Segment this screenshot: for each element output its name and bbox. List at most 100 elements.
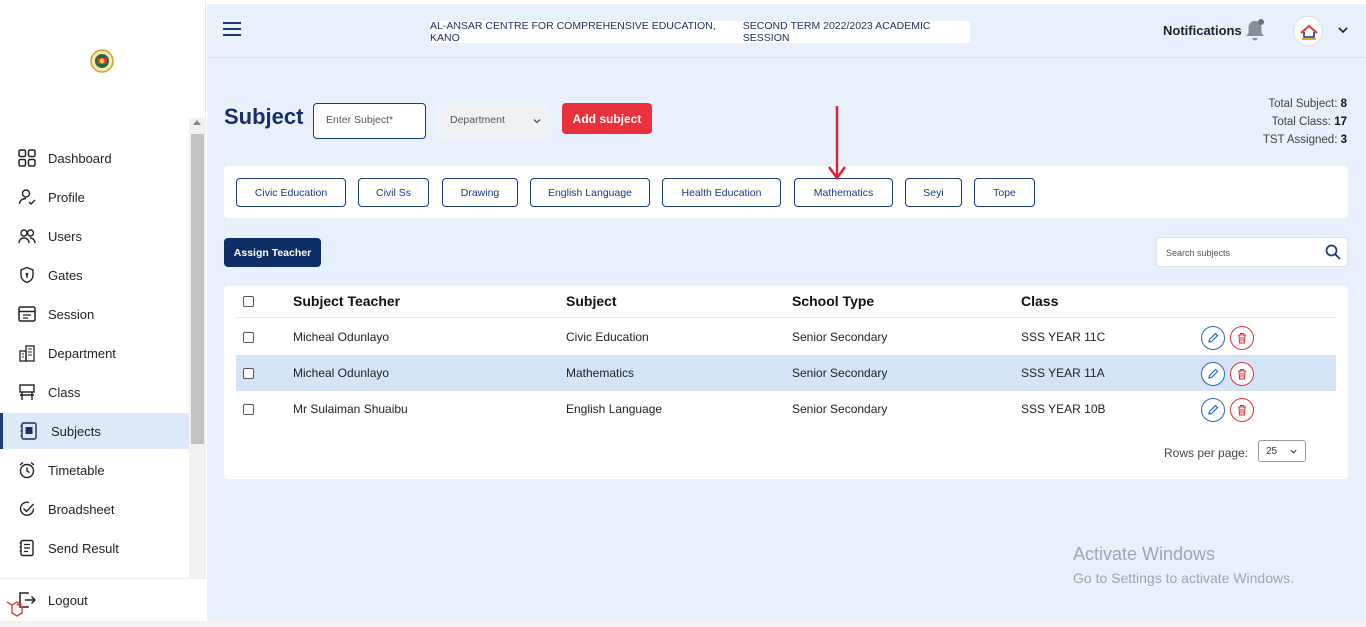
sidebar-item-profile[interactable]: Profile xyxy=(0,179,189,215)
main-content: AL-ANSAR CENTRE FOR COMPREHENSIVE EDUCAT… xyxy=(207,4,1366,621)
scroll-up-arrow-icon[interactable] xyxy=(193,120,201,125)
rows-per-page-label: Rows per page: xyxy=(1164,446,1249,460)
column-header: Subject xyxy=(566,293,617,309)
subject-cell: English Language xyxy=(566,402,663,416)
delete-button[interactable] xyxy=(1230,362,1254,386)
logout-label: Logout xyxy=(48,593,88,608)
sidebar-item-class[interactable]: Class xyxy=(0,374,189,410)
document-icon xyxy=(19,539,34,557)
sidebar-scroll-thumb[interactable] xyxy=(191,134,204,444)
menu-toggle-icon[interactable] xyxy=(223,22,241,36)
pencil-icon xyxy=(1208,332,1219,343)
user-avatar[interactable] xyxy=(1293,16,1323,46)
subject-chip[interactable]: English Language xyxy=(530,178,650,207)
page-title: Subject xyxy=(224,104,304,129)
sidebar-item-broadsheet[interactable]: Broadsheet xyxy=(0,491,189,527)
sidebar-item-timetable[interactable]: Timetable xyxy=(0,452,189,488)
sidebar-item-label: Session xyxy=(48,306,95,322)
rows-per-page-select[interactable]: 25 xyxy=(1258,440,1306,462)
activate-windows-title: Activate Windows xyxy=(1073,544,1216,564)
search-placeholder: Search subjects xyxy=(1166,248,1231,258)
subject-chip[interactable]: Civil Ss xyxy=(358,178,429,207)
sidebar-item-label: Profile xyxy=(48,189,85,205)
totals-summary: Total Subject: 8 Total Class: 17 TST Ass… xyxy=(1263,95,1347,149)
add-subject-button[interactable]: Add subject xyxy=(562,103,652,134)
sidebar-item-label: Timetable xyxy=(48,462,105,478)
sidebar-item-send-result[interactable]: Send Result xyxy=(0,530,189,566)
class-cell: SSS YEAR 11A xyxy=(1021,366,1105,380)
logout-button[interactable]: Logout xyxy=(0,578,206,621)
select-all-checkbox[interactable] xyxy=(243,296,254,307)
sidebar-item-dashboard[interactable]: Dashboard xyxy=(0,140,189,176)
table-row[interactable]: Micheal Odunlayo Civic Education Senior … xyxy=(236,319,1336,355)
topbar: AL-ANSAR CENTRE FOR COMPREHENSIVE EDUCAT… xyxy=(207,4,1366,58)
edit-button[interactable] xyxy=(1201,398,1225,422)
school-type-cell: Senior Secondary xyxy=(792,366,888,380)
subjects-icon xyxy=(20,422,37,440)
edit-button[interactable] xyxy=(1201,362,1225,386)
calendar-icon xyxy=(18,306,36,322)
sidebar-item-users[interactable]: Users xyxy=(0,218,189,254)
row-checkbox[interactable] xyxy=(243,368,254,379)
bottom-strip xyxy=(0,621,1366,627)
sidebar-item-label: Gates xyxy=(48,267,83,283)
subject-chip-bar: Civic Education Civil Ss Drawing English… xyxy=(224,166,1348,218)
school-logo xyxy=(88,48,116,74)
notifications-label[interactable]: Notifications xyxy=(1163,23,1242,38)
column-header: Subject Teacher xyxy=(293,293,401,309)
sidebar-item-label: Class xyxy=(48,384,81,400)
sidebar-nav: Dashboard Profile Users Gates Session De… xyxy=(0,118,206,578)
subject-input[interactable]: Enter Subject* xyxy=(313,103,426,139)
sidebar-item-subjects[interactable]: Subjects xyxy=(0,413,189,449)
sidebar: Dashboard Profile Users Gates Session De… xyxy=(0,0,206,621)
assign-teacher-button[interactable]: Assign Teacher xyxy=(224,238,321,267)
bell-icon[interactable] xyxy=(1244,18,1266,42)
building-icon xyxy=(19,345,35,362)
school-type-cell: Senior Secondary xyxy=(792,402,888,416)
sidebar-item-label: Department xyxy=(48,345,116,361)
dashboard-icon xyxy=(18,149,36,167)
subject-chip[interactable]: Mathematics xyxy=(794,178,893,207)
sidebar-item-label: Users xyxy=(48,228,82,244)
pencil-icon xyxy=(1208,368,1219,379)
search-icon[interactable] xyxy=(1325,244,1341,260)
table-row[interactable]: Micheal Odunlayo Mathematics Senior Seco… xyxy=(236,355,1336,391)
rows-per-page-value: 25 xyxy=(1266,446,1278,457)
row-checkbox[interactable] xyxy=(243,404,254,415)
sidebar-item-label: Broadsheet xyxy=(48,501,115,517)
edit-button[interactable] xyxy=(1201,326,1225,350)
laravel-icon xyxy=(6,601,23,617)
table-row[interactable]: Mr Sulaiman Shuaibu English Language Sen… xyxy=(236,391,1336,427)
teacher-cell: Mr Sulaiman Shuaibu xyxy=(293,402,408,416)
subject-cell: Civic Education xyxy=(566,330,649,344)
shield-icon xyxy=(20,266,34,284)
school-session-banner: AL-ANSAR CENTRE FOR COMPREHENSIVE EDUCAT… xyxy=(430,20,970,44)
subject-chip[interactable]: Health Education xyxy=(662,178,781,207)
trash-icon xyxy=(1238,368,1246,380)
delete-button[interactable] xyxy=(1230,398,1254,422)
school-type-cell: Senior Secondary xyxy=(792,330,888,344)
total-class: Total Class: 17 xyxy=(1271,116,1347,128)
annotation-arrow-icon xyxy=(827,106,847,181)
subject-chip[interactable]: Seyi xyxy=(905,178,962,207)
sidebar-item-label: Subjects xyxy=(51,423,101,439)
search-input[interactable]: Search subjects xyxy=(1156,237,1348,267)
teacher-cell: Micheal Odunlayo xyxy=(293,330,390,344)
users-icon xyxy=(18,229,36,244)
sidebar-item-department[interactable]: Department xyxy=(0,335,189,371)
chevron-down-icon[interactable] xyxy=(1337,24,1349,36)
table-header: Subject Teacher Subject School Type Clas… xyxy=(236,286,1336,318)
alarm-clock-icon xyxy=(19,461,35,479)
delete-button[interactable] xyxy=(1230,326,1254,350)
row-checkbox[interactable] xyxy=(243,332,254,343)
school-name: AL-ANSAR CENTRE FOR COMPREHENSIVE EDUCAT… xyxy=(430,20,716,44)
department-select[interactable]: Department xyxy=(437,103,550,139)
subject-cell: Mathematics xyxy=(566,366,635,380)
department-select-value: Department xyxy=(450,114,505,126)
subject-chip[interactable]: Drawing xyxy=(442,178,518,207)
subject-chip[interactable]: Civic Education xyxy=(236,178,346,207)
sidebar-item-session[interactable]: Session xyxy=(0,296,189,332)
sidebar-item-gates[interactable]: Gates xyxy=(0,257,189,293)
subject-chip[interactable]: Tope xyxy=(974,178,1035,207)
pencil-icon xyxy=(1208,404,1219,415)
